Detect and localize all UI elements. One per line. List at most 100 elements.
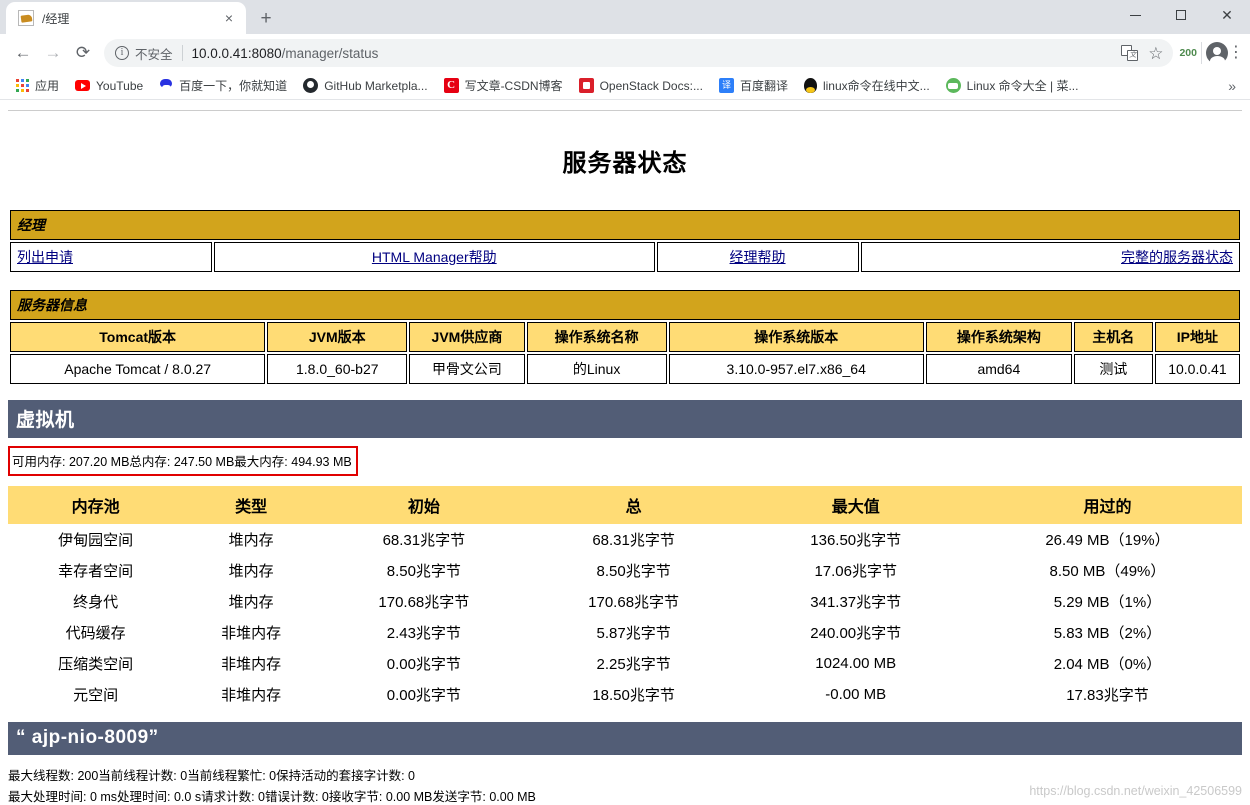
tomcat-favicon-icon [18,10,34,26]
browser-tab[interactable]: /经理 × [6,2,246,34]
table-row: 元空间 非堆内存 0.00兆字节 18.50兆字节 -0.00 MB 17.83… [8,679,1242,710]
cell-initial: 8.50兆字节 [386,563,461,580]
cell-used: 5.29 MB（1%） [1053,594,1162,611]
page-viewport: http://www.apache.org/ 服务器状态 经理 列出申请 HTM… [0,100,1250,805]
list-applications-link[interactable]: 列出申请 [17,249,73,265]
address-bar[interactable]: i 不安全 10.0.0.41:8080/manager/status 文 ☆ [104,39,1174,67]
cell-used: 5.83 MB（2%） [1053,625,1162,642]
bookmark-csdn[interactable]: C 写文章-CSDN博客 [436,77,571,94]
manager-link-cell[interactable]: 列出申请 [10,242,212,272]
html-manager-help-link[interactable]: HTML Manager帮助 [372,249,497,265]
bookmark-label: 百度一下，你就知道 [179,79,288,93]
memory-summary-text: 可用内存: 207.20 MB总内存: 247.50 MB最大内存: 494.9… [12,455,352,469]
table-row: 代码缓存 非堆内存 2.43兆字节 5.87兆字节 240.00兆字节 5.83… [8,617,1242,648]
bookmark-baidu[interactable]: 百度一下，你就知道 [151,77,295,94]
bookmark-linux-cmd[interactable]: linux命令在线中文... [796,77,938,94]
value-os-name: 的Linux [526,354,667,384]
cell-maximum: 240.00兆字节 [810,625,902,642]
avatar[interactable] [1206,42,1228,66]
bookmark-baidu-fanyi[interactable]: 译 百度翻译 [711,77,796,94]
cell-pool-name: 元空间 [73,687,119,704]
value-jvm-vendor: 甲骨文公司 [409,354,525,384]
runoob-icon [945,78,961,93]
col-header-initial: 初始 [318,486,529,524]
bookmarks-overflow-icon[interactable]: » [1222,78,1242,94]
bookmark-openstack[interactable]: OpenStack Docs:... [571,78,711,93]
manager-section-title: 经理 [10,210,1240,240]
col-header-memory-pool: 内存池 [8,486,184,524]
browser-window: /经理 × + ✕ ← → ⟳ i 不安全 10.0.0.41:8080/man… [0,0,1250,805]
table-row: 压缩类空间 非堆内存 0.00兆字节 2.25兆字节 1024.00 MB 2.… [8,648,1242,679]
server-info-value-row: Apache Tomcat / 8.0.27 1.8.0_60-b27 甲骨文公… [10,354,1240,384]
minimize-button[interactable] [1112,0,1158,30]
window-close-button[interactable]: ✕ [1204,0,1250,30]
complete-server-status-link[interactable]: 完整的服务器状态 [1121,249,1233,265]
cell-maximum: 341.37兆字节 [810,594,902,611]
manager-link-cell[interactable]: 完整的服务器状态 [860,242,1240,272]
col-header-type: 类型 [183,486,319,524]
cell-maximum: 136.50兆字节 [810,532,902,549]
memory-table-header-row: 内存池 类型 初始 总 最大值 用过的 [8,486,1242,524]
tux-icon [803,78,817,93]
cell-initial: 68.31兆字节 [382,532,466,549]
new-tab-button[interactable]: + [252,4,280,32]
bookmark-label: YouTube [96,78,144,93]
value-os-arch: amd64 [925,354,1072,384]
apache-url-text: http://www.apache.org/ [8,100,1242,104]
back-button[interactable]: ← [8,38,38,68]
baidu-icon [159,78,173,93]
info-icon[interactable]: i [115,46,129,60]
reload-button[interactable]: ⟳ [68,38,98,68]
col-header-os-arch: 操作系统架构 [925,322,1072,352]
bookmark-apps[interactable]: 应用 [8,77,67,94]
col-header-ip-address: IP地址 [1154,322,1240,352]
browser-toolbar: ← → ⟳ i 不安全 10.0.0.41:8080/manager/statu… [0,34,1250,72]
translate-icon[interactable]: 文 [1121,45,1139,61]
cell-total: 8.50兆字节 [596,563,671,580]
server-info-section-row: 服务器信息 [10,290,1240,320]
chrome-menu-icon[interactable]: ⋮ [1228,45,1244,61]
bookmark-youtube[interactable]: YouTube [67,79,151,93]
cell-type: 非堆内存 [221,687,282,704]
url-text: 10.0.0.41:8080/manager/status [192,46,379,61]
youtube-icon [75,80,91,91]
forward-button[interactable]: → [38,38,68,68]
window-controls: ✕ [1112,0,1250,30]
table-row: 伊甸园空间 堆内存 68.31兆字节 68.31兆字节 136.50兆字节 26… [8,524,1242,555]
bookmark-label: GitHub Marketpla... [324,78,428,93]
cell-total: 170.68兆字节 [588,594,680,611]
manager-link-cell[interactable]: HTML Manager帮助 [213,242,655,272]
manager-section-row: 经理 [10,210,1240,240]
tomcat-logo-icon [1192,100,1228,102]
cell-initial: 0.00兆字节 [386,656,461,673]
url-path: /manager/status [281,45,379,61]
memory-pool-table: 内存池 类型 初始 总 最大值 用过的 伊甸园空间 堆内存 68.31兆字节 6… [8,486,1242,710]
cell-total: 2.25兆字节 [596,656,671,673]
manager-link-cell[interactable]: 经理帮助 [656,242,859,272]
tomcat-status-page: http://www.apache.org/ 服务器状态 经理 列出申请 HTM… [0,100,1250,805]
tab-title: /经理 [42,11,70,26]
cell-maximum: 1024.00 MB [815,655,897,672]
bookmark-label: 百度翻译 [739,79,788,93]
cell-type: 堆内存 [228,563,274,580]
url-host: 10.0.0.41:8080 [191,45,282,61]
col-header-hostname: 主机名 [1073,322,1153,352]
bookmark-github[interactable]: GitHub Marketpla... [295,78,435,93]
table-row: 终身代 堆内存 170.68兆字节 170.68兆字节 341.37兆字节 5.… [8,586,1242,617]
cell-pool-name: 幸存者空间 [58,563,134,580]
security-status-label: 不安全 [135,47,173,62]
bookmark-star-icon[interactable]: ☆ [1148,45,1163,62]
omnibox-divider [181,45,183,61]
close-icon[interactable]: × [220,9,238,27]
bookmark-runoob[interactable]: Linux 命令大全 | 菜... [938,77,1087,94]
apps-grid-icon [16,79,29,92]
maximize-button[interactable] [1158,0,1204,30]
extension-badge[interactable]: 200 [1179,47,1197,59]
value-tomcat-version: Apache Tomcat / 8.0.27 [10,354,266,384]
cell-type: 堆内存 [228,594,274,611]
cell-total: 5.87兆字节 [596,625,671,642]
github-icon [303,78,319,93]
csdn-icon: C [443,78,459,93]
page-title: 服务器状态 [562,150,688,177]
manager-help-link[interactable]: 经理帮助 [730,249,786,265]
